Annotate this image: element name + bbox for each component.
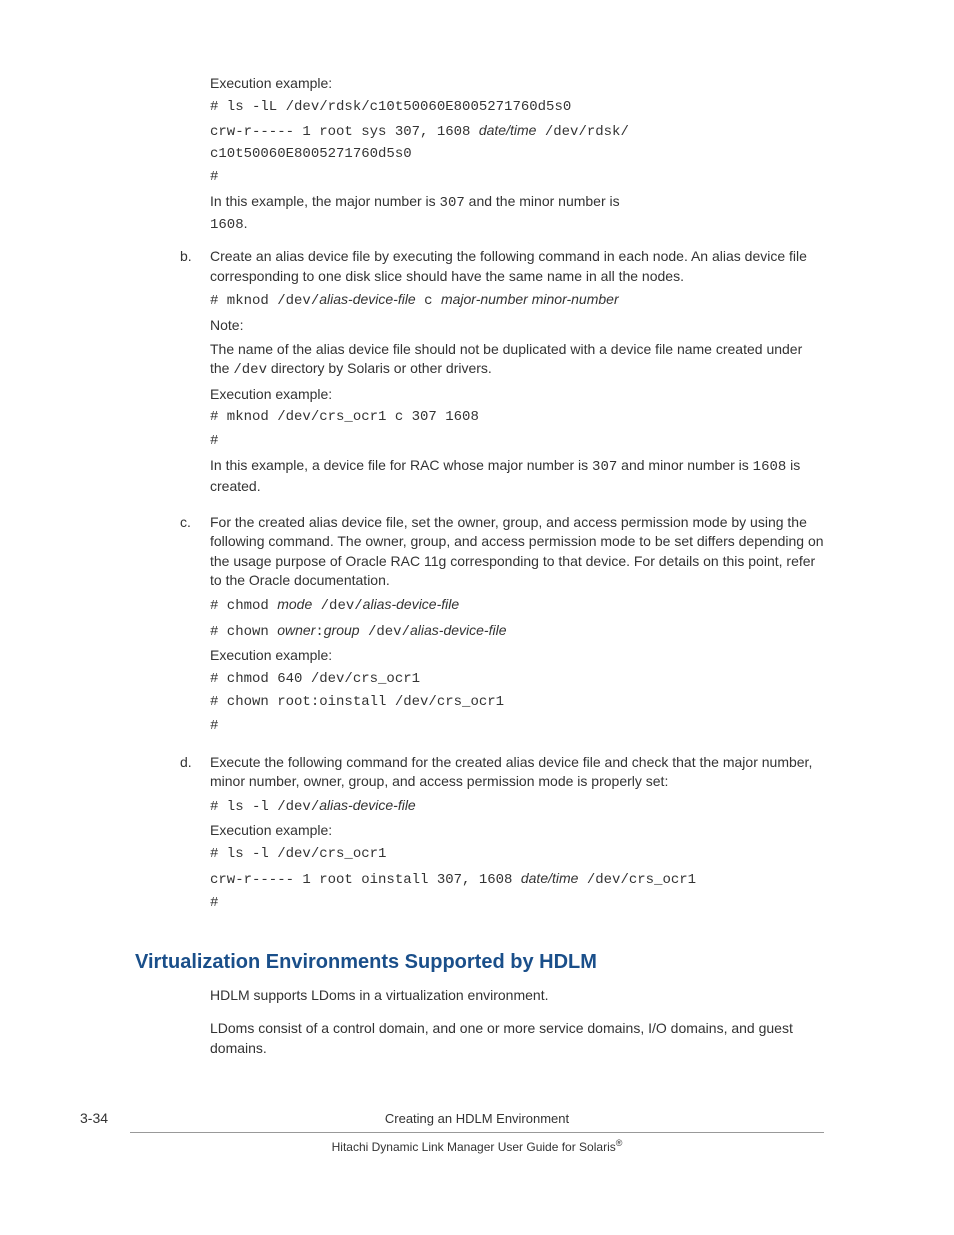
code-line: # ls -lL /dev/rdsk/c10t50060E8005271760d… (210, 98, 824, 118)
code-inline: 1608 (210, 217, 244, 233)
cmd-template: # mknod /dev/alias-device-file c major-n… (210, 290, 824, 312)
code-text: /dev/ (360, 624, 410, 640)
list-body: Create an alias device file by executing… (210, 247, 824, 501)
section-para: LDoms consist of a control domain, and o… (210, 1019, 824, 1058)
registered-mark: ® (616, 1138, 623, 1148)
code-text: crw-r----- 1 root sys 307, 1608 (210, 124, 479, 140)
para: Create an alias device file by executing… (210, 247, 824, 286)
list-marker: b. (180, 247, 210, 501)
step-c: c. For the created alias device file, se… (180, 513, 824, 741)
summary-text: In this example, the major number is 307… (210, 192, 824, 235)
summary-text: In this example, a device file for RAC w… (210, 456, 824, 497)
footer-title: Hitachi Dynamic Link Manager User Guide … (80, 1137, 874, 1156)
code-text: # chmod (210, 598, 277, 614)
code-output: crw-r----- 1 root sys 307, 1608 date/tim… (210, 121, 824, 164)
page-footer: 3-34 Creating an HDLM Environment Hitach… (80, 1109, 874, 1156)
placeholder: alias-device-file (319, 797, 415, 813)
list-body: Execute the following command for the cr… (210, 753, 824, 918)
placeholder-datetime: date/time (521, 870, 579, 886)
placeholder: major-number (441, 291, 528, 307)
note-label: Note: (210, 316, 824, 336)
placeholder: alias-device-file (410, 622, 506, 638)
list-body: For the created alias device file, set t… (210, 513, 824, 741)
code-output: crw-r----- 1 root oinstall 307, 1608 dat… (210, 869, 824, 891)
code-text: # ls -l (210, 799, 277, 815)
footer-chapter: Creating an HDLM Environment (200, 1110, 754, 1128)
list-marker: c. (180, 513, 210, 741)
step-b: b. Create an alias device file by execut… (180, 247, 824, 501)
code-text: # mknod (210, 293, 277, 309)
placeholder-datetime: date/time (479, 122, 537, 138)
text: . (244, 215, 248, 231)
code-line: # chmod 640 /dev/crs_ocr1 (210, 670, 824, 690)
cmd-template-chown: # chown owner:group /dev/alias-device-fi… (210, 621, 824, 643)
cmd-template: # ls -l /dev/alias-device-file (210, 796, 824, 818)
list-marker: d. (180, 753, 210, 918)
placeholder: alias-device-file (319, 291, 415, 307)
exec-label: Execution example: (210, 74, 824, 94)
code-text: /dev/crs_ocr1 (578, 872, 696, 888)
code-text: # chown (210, 624, 277, 640)
text: In this example, a device file for RAC w… (210, 457, 592, 473)
text: and minor number is (617, 457, 752, 473)
section-para: HDLM supports LDoms in a virtualization … (210, 986, 824, 1006)
code-text: /dev/ (277, 799, 319, 815)
step-a-exec-label: Execution example: # ls -lL /dev/rdsk/c1… (210, 74, 824, 235)
exec-label: Execution example: (210, 821, 824, 841)
prompt: # (210, 168, 824, 188)
text: Hitachi Dynamic Link Manager User Guide … (332, 1140, 616, 1154)
code-inline: 307 (440, 195, 465, 211)
section-heading: Virtualization Environments Supported by… (135, 948, 824, 976)
text: and the minor number is (465, 193, 620, 209)
code-line: # mknod /dev/crs_ocr1 c 307 1608 (210, 408, 824, 428)
note-text: The name of the alias device file should… (210, 340, 824, 381)
placeholder: minor-number (532, 291, 619, 307)
exec-label: Execution example: (210, 385, 824, 405)
code-line: # chown root:oinstall /dev/crs_ocr1 (210, 693, 824, 713)
page-number: 3-34 (80, 1109, 200, 1129)
code-inline: 1608 (753, 459, 787, 475)
prompt: # (210, 432, 824, 452)
placeholder: owner (277, 622, 315, 638)
code-text: c10t50060E8005271760d5s0 (210, 146, 412, 162)
prompt: # (210, 717, 824, 737)
code-text: : (315, 624, 323, 640)
cmd-template-chmod: # chmod mode /dev/alias-device-file (210, 595, 824, 617)
code-line: # ls -l /dev/crs_ocr1 (210, 845, 824, 865)
code-inline: 307 (592, 459, 617, 475)
placeholder: group (324, 622, 360, 638)
code-text: /dev/ (277, 293, 319, 309)
code-text: /dev/rdsk/ (536, 124, 628, 140)
text: In this example, the major number is (210, 193, 440, 209)
para: Execute the following command for the cr… (210, 753, 824, 792)
text: directory by Solaris or other drivers. (267, 360, 492, 376)
prompt: # (210, 894, 824, 914)
code-text: c (416, 293, 441, 309)
step-d: d. Execute the following command for the… (180, 753, 824, 918)
para: For the created alias device file, set t… (210, 513, 824, 591)
code-text: /dev/ (312, 598, 362, 614)
code-inline: /dev (233, 362, 267, 378)
exec-label: Execution example: (210, 646, 824, 666)
placeholder: mode (277, 596, 312, 612)
code-text: crw-r----- 1 root oinstall 307, 1608 (210, 872, 521, 888)
footer-divider (130, 1132, 824, 1133)
placeholder: alias-device-file (363, 596, 459, 612)
